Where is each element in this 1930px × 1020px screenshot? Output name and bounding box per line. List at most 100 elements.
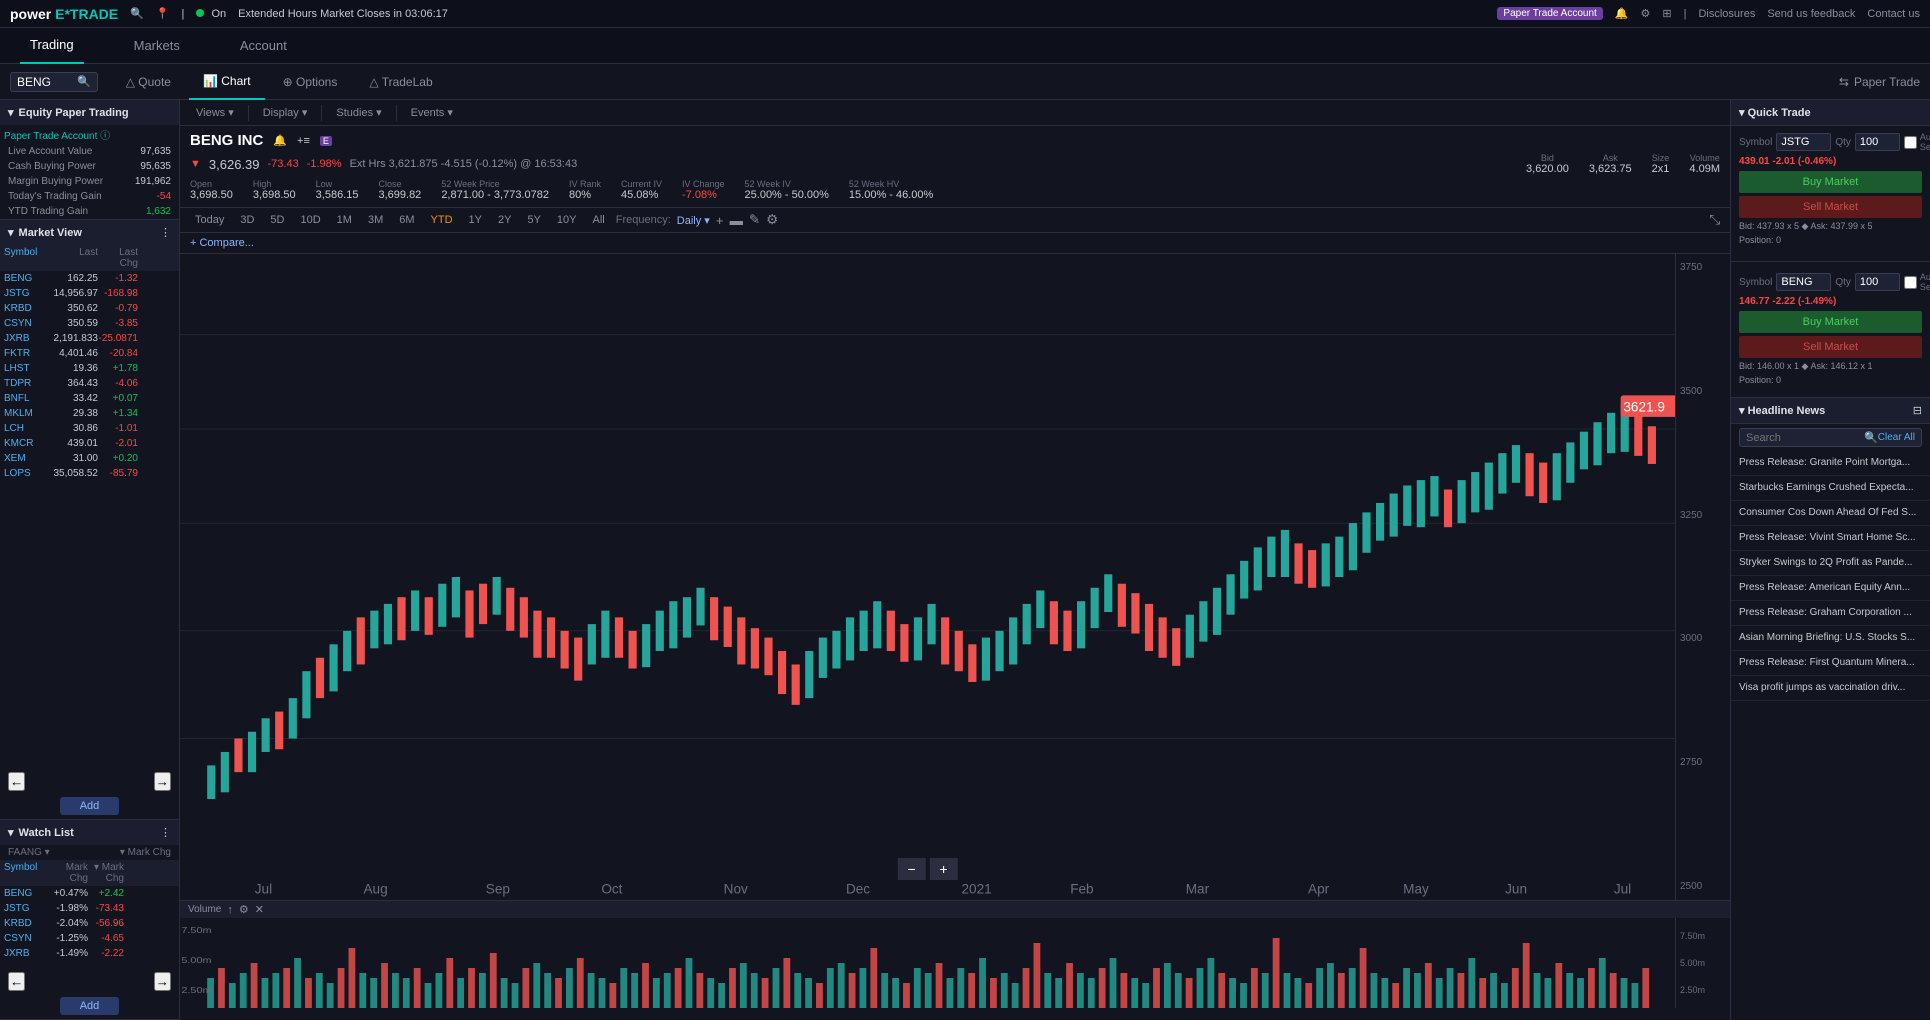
zoom-out-btn[interactable]: − bbox=[897, 858, 925, 880]
add-symbol-btn[interactable]: Add bbox=[60, 797, 120, 815]
news-clear-btn[interactable]: Clear All bbox=[1878, 432, 1915, 443]
wl-scroll-right-btn[interactable]: → bbox=[154, 972, 171, 991]
qt-sell-btn2[interactable]: Sell Market bbox=[1739, 336, 1922, 358]
qt-buy-btn1[interactable]: Buy Market bbox=[1739, 171, 1922, 193]
equity-section-header[interactable]: ▾ Equity Paper Trading bbox=[0, 100, 179, 125]
period-3d[interactable]: 3D bbox=[235, 212, 259, 228]
symbol-search-wrap[interactable]: 🔍 bbox=[10, 72, 98, 92]
period-today[interactable]: Today bbox=[190, 212, 229, 228]
market-view-header[interactable]: ▾ Market View ⋮ bbox=[0, 220, 179, 245]
scroll-left-btn[interactable]: ← bbox=[8, 772, 25, 791]
search-small-icon[interactable]: 🔍 bbox=[77, 75, 91, 88]
feedback-link[interactable]: Send us feedback bbox=[1767, 8, 1855, 20]
period-1m[interactable]: 1M bbox=[332, 212, 357, 228]
studies-btn[interactable]: Studies ▾ bbox=[330, 104, 387, 121]
add-watch-icon[interactable]: +≡ bbox=[297, 135, 310, 147]
period-5y[interactable]: 5Y bbox=[522, 212, 545, 228]
qt-sell-btn1[interactable]: Sell Market bbox=[1739, 196, 1922, 218]
market-view-row[interactable]: KRBD350.62-0.79 bbox=[0, 301, 179, 316]
market-view-row[interactable]: LCH30.86-1.01 bbox=[0, 421, 179, 436]
period-2y[interactable]: 2Y bbox=[493, 212, 516, 228]
news-expand-icon[interactable]: ⊟ bbox=[1913, 404, 1922, 417]
period-3m[interactable]: 3M bbox=[363, 212, 388, 228]
layout-icon[interactable]: ⊞ bbox=[1662, 7, 1671, 20]
news-item[interactable]: Consumer Cos Down Ahead Of Fed S... bbox=[1731, 501, 1930, 526]
market-view-row[interactable]: BENG162.25-1.32 bbox=[0, 271, 179, 286]
market-view-row[interactable]: MKLM29.38+1.34 bbox=[0, 406, 179, 421]
views-btn[interactable]: Views ▾ bbox=[190, 104, 240, 121]
vol-up-btn[interactable]: ↑ bbox=[227, 904, 233, 916]
period-1y[interactable]: 1Y bbox=[464, 212, 487, 228]
chart-fullscreen-btn[interactable]: ⤡ bbox=[1709, 212, 1720, 228]
market-view-row[interactable]: TDPR364.43-4.06 bbox=[0, 376, 179, 391]
period-ytd[interactable]: YTD bbox=[426, 212, 458, 228]
news-item[interactable]: Starbucks Earnings Crushed Expecta... bbox=[1731, 476, 1930, 501]
wl-add-btn[interactable]: Add bbox=[60, 997, 120, 1015]
chart-draw-btn[interactable]: ✎ bbox=[749, 212, 760, 228]
paper-trade-account[interactable]: Paper Trade Account bbox=[1497, 7, 1602, 20]
qt-symbol-input1[interactable] bbox=[1776, 133, 1831, 151]
bell-icon[interactable]: 🔔 bbox=[1615, 7, 1629, 20]
chart-area[interactable]: 3621.9 Jul Aug Sep Oct Nov Dec 2021 Feb … bbox=[180, 254, 1675, 900]
alert-icon[interactable]: 🔔 bbox=[273, 134, 287, 147]
period-6m[interactable]: 6M bbox=[394, 212, 419, 228]
qt-autosend-checkbox1[interactable] bbox=[1904, 136, 1917, 149]
compare-btn[interactable]: + Compare... bbox=[190, 237, 254, 249]
watchlist-row[interactable]: BENG+0.47%+2.42 bbox=[0, 886, 179, 901]
news-item[interactable]: Press Release: Graham Corporation ... bbox=[1731, 601, 1930, 626]
market-view-row[interactable]: XEM31.00+0.20 bbox=[0, 451, 179, 466]
tab-options[interactable]: ⊕ Options bbox=[269, 64, 352, 100]
settings-icon[interactable]: ⚙ bbox=[1641, 7, 1651, 20]
tab-quote[interactable]: △ Quote bbox=[112, 64, 185, 100]
qt-symbol-input2[interactable] bbox=[1776, 273, 1831, 291]
chart-settings-btn[interactable]: ⚙ bbox=[766, 212, 778, 228]
market-view-row[interactable]: LHST19.36+1.78 bbox=[0, 361, 179, 376]
nav-trading[interactable]: Trading bbox=[20, 28, 84, 64]
disclosures-link[interactable]: Disclosures bbox=[1698, 8, 1755, 20]
news-item[interactable]: Press Release: American Equity Ann... bbox=[1731, 576, 1930, 601]
period-10d[interactable]: 10D bbox=[295, 212, 325, 228]
period-all[interactable]: All bbox=[588, 212, 610, 228]
market-view-row[interactable]: LOPS35,058.52-85.79 bbox=[0, 466, 179, 481]
nav-markets[interactable]: Markets bbox=[124, 28, 190, 64]
watchlist-options-icon[interactable]: ⋮ bbox=[160, 826, 171, 839]
freq-value[interactable]: Daily ▾ bbox=[677, 214, 710, 227]
chart-crosshair-btn[interactable]: + bbox=[716, 213, 724, 228]
tab-tradelab[interactable]: △ TradeLab bbox=[355, 64, 446, 100]
events-btn[interactable]: Events ▾ bbox=[405, 104, 459, 121]
market-view-row[interactable]: JXRB2,191.833-25.0871 bbox=[0, 331, 179, 346]
period-5d[interactable]: 5D bbox=[265, 212, 289, 228]
market-view-row[interactable]: CSYN350.59-3.85 bbox=[0, 316, 179, 331]
search-icon[interactable]: 🔍 bbox=[130, 7, 144, 20]
qt-qty-input1[interactable] bbox=[1855, 133, 1900, 151]
market-view-row[interactable]: KMCR439.01-2.01 bbox=[0, 436, 179, 451]
watchlist-row[interactable]: KRBD-2.04%-56.96 bbox=[0, 916, 179, 931]
period-10y[interactable]: 10Y bbox=[552, 212, 582, 228]
scroll-right-btn[interactable]: → bbox=[154, 772, 171, 791]
news-item[interactable]: Press Release: First Quantum Minera... bbox=[1731, 651, 1930, 676]
qt-autosend-checkbox2[interactable] bbox=[1904, 276, 1917, 289]
qt-qty-input2[interactable] bbox=[1855, 273, 1900, 291]
vol-close-btn[interactable]: ✕ bbox=[255, 903, 264, 916]
news-item[interactable]: Press Release: Vivint Smart Home Sc... bbox=[1731, 526, 1930, 551]
news-item[interactable]: Asian Morning Briefing: U.S. Stocks S... bbox=[1731, 626, 1930, 651]
news-item[interactable]: Visa profit jumps as vaccination driv... bbox=[1731, 676, 1930, 701]
news-item[interactable]: Stryker Swings to 2Q Profit as Pande... bbox=[1731, 551, 1930, 576]
chart-compare-toggle-btn[interactable]: ▬ bbox=[730, 213, 743, 228]
tab-chart[interactable]: 📊 Chart bbox=[189, 64, 265, 100]
qt-buy-btn2[interactable]: Buy Market bbox=[1739, 311, 1922, 333]
watchlist-group[interactable]: FAANG ▾ ▾ Mark Chg bbox=[0, 845, 179, 860]
news-search-input[interactable] bbox=[1746, 432, 1864, 444]
watchlist-row[interactable]: CSYN-1.25%-4.65 bbox=[0, 931, 179, 946]
news-item[interactable]: Press Release: Granite Point Mortga... bbox=[1731, 451, 1930, 476]
wl-scroll-left-btn[interactable]: ← bbox=[8, 972, 25, 991]
paper-trade-button[interactable]: ⇆ Paper Trade bbox=[1839, 75, 1920, 89]
contact-link[interactable]: Contact us bbox=[1867, 8, 1920, 20]
zoom-in-btn[interactable]: + bbox=[930, 858, 958, 880]
market-view-row[interactable]: FKTR4,401.46-20.84 bbox=[0, 346, 179, 361]
display-btn[interactable]: Display ▾ bbox=[257, 104, 314, 121]
watchlist-header[interactable]: ▾ Watch List ⋮ bbox=[0, 820, 179, 845]
market-view-options-icon[interactable]: ⋮ bbox=[160, 226, 171, 239]
symbol-input[interactable] bbox=[17, 75, 77, 89]
market-view-row[interactable]: BNFL33.42+0.07 bbox=[0, 391, 179, 406]
